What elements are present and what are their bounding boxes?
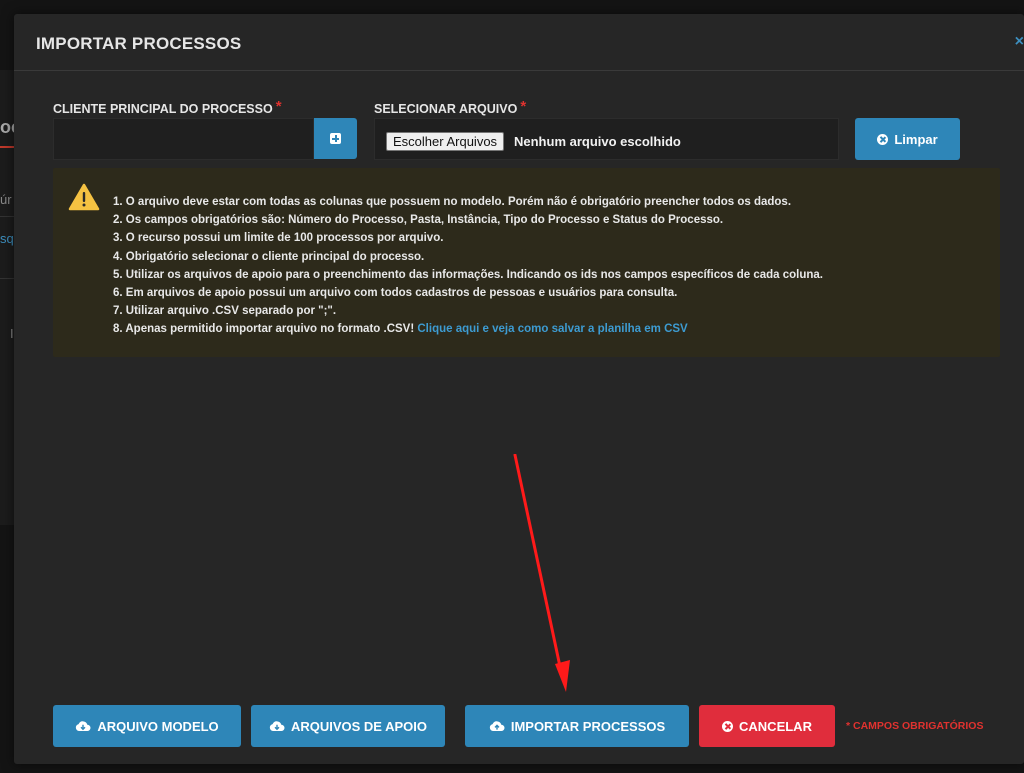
clear-button-label: Limpar (894, 131, 938, 147)
instruction-item: 8. Apenas permitido importar arquivo no … (113, 320, 823, 338)
instruction-item: 3. O recurso possui um limite de 100 pro… (113, 232, 444, 245)
plus-square-icon (330, 133, 341, 144)
instruction-item: 4. Obrigatório selecionar o cliente prin… (113, 250, 425, 263)
modal-header: IMPORTAR PROCESSOS × (14, 14, 1024, 71)
required-fields-note: * CAMPOS OBRIGATÓRIOS (846, 720, 984, 732)
background-heading-fragment: oc (0, 117, 14, 137)
instruction-item: 5. Utilizar os arquivos de apoio para o … (113, 268, 823, 281)
instructions-alert: 1. O arquivo deve estar com todas as col… (53, 168, 1000, 357)
close-icon[interactable]: × (1015, 33, 1024, 51)
cloud-download-icon (76, 721, 91, 731)
required-marker: * (275, 98, 282, 115)
import-processes-button[interactable]: IMPORTAR PROCESSOS (465, 705, 689, 747)
cloud-upload-icon (489, 721, 505, 731)
file-status-text: Nenhum arquivo escolhido (514, 134, 681, 149)
file-field-label: SELECIONAR ARQUIVO * (374, 98, 527, 117)
add-client-button[interactable] (314, 118, 357, 159)
client-field-label: CLIENTE PRINCIPAL DO PROCESSO * (53, 98, 282, 117)
cancel-button[interactable]: CANCELAR (699, 705, 835, 747)
instruction-item: 6. Em arquivos de apoio possui um arquiv… (113, 287, 678, 300)
client-label-text: CLIENTE PRINCIPAL DO PROCESSO (53, 102, 273, 116)
required-marker: * (520, 98, 527, 115)
warning-icon (68, 183, 100, 211)
csv-help-link[interactable]: Clique aqui e veja como salvar a planilh… (417, 323, 687, 335)
cancel-label: CANCELAR (739, 718, 812, 734)
cloud-download-icon (269, 721, 285, 731)
import-processes-label: IMPORTAR PROCESSOS (510, 718, 666, 734)
instruction-item: 1. O arquivo deve estar com todas as col… (113, 196, 792, 208)
instructions-list: 1. O arquivo deve estar com todas as col… (113, 193, 823, 339)
instruction-item-text: 8. Apenas permitido importar arquivo no … (113, 323, 415, 336)
support-files-label: ARQUIVOS DE APOIO (290, 718, 428, 734)
instruction-item: 2. Os campos obrigatórios são: Número do… (113, 214, 724, 227)
background-text-fragment: úr (0, 192, 12, 207)
clear-button[interactable]: Limpar (855, 118, 960, 160)
choose-files-button[interactable]: Escolher Arquivos (386, 132, 505, 151)
client-select[interactable] (53, 118, 314, 160)
background-link-fragment: sq (0, 231, 14, 246)
import-processes-modal: IMPORTAR PROCESSOS × CLIENTE PRINCIPAL D… (14, 14, 1024, 764)
file-label-text: SELECIONAR ARQUIVO (374, 102, 518, 116)
support-files-button[interactable]: ARQUIVOS DE APOIO (251, 705, 445, 747)
file-input[interactable]: Escolher Arquivos Nenhum arquivo escolhi… (374, 118, 839, 160)
modal-title: IMPORTAR PROCESSOS (36, 34, 242, 53)
instruction-item: 7. Utilizar arquivo .CSV separado por ";… (113, 305, 337, 318)
close-circle-icon (877, 133, 889, 145)
annotation-arrow (513, 454, 570, 692)
model-file-label: ARQUIVO MODELO (97, 718, 219, 734)
close-circle-icon (722, 720, 734, 732)
model-file-button[interactable]: ARQUIVO MODELO (53, 705, 241, 747)
